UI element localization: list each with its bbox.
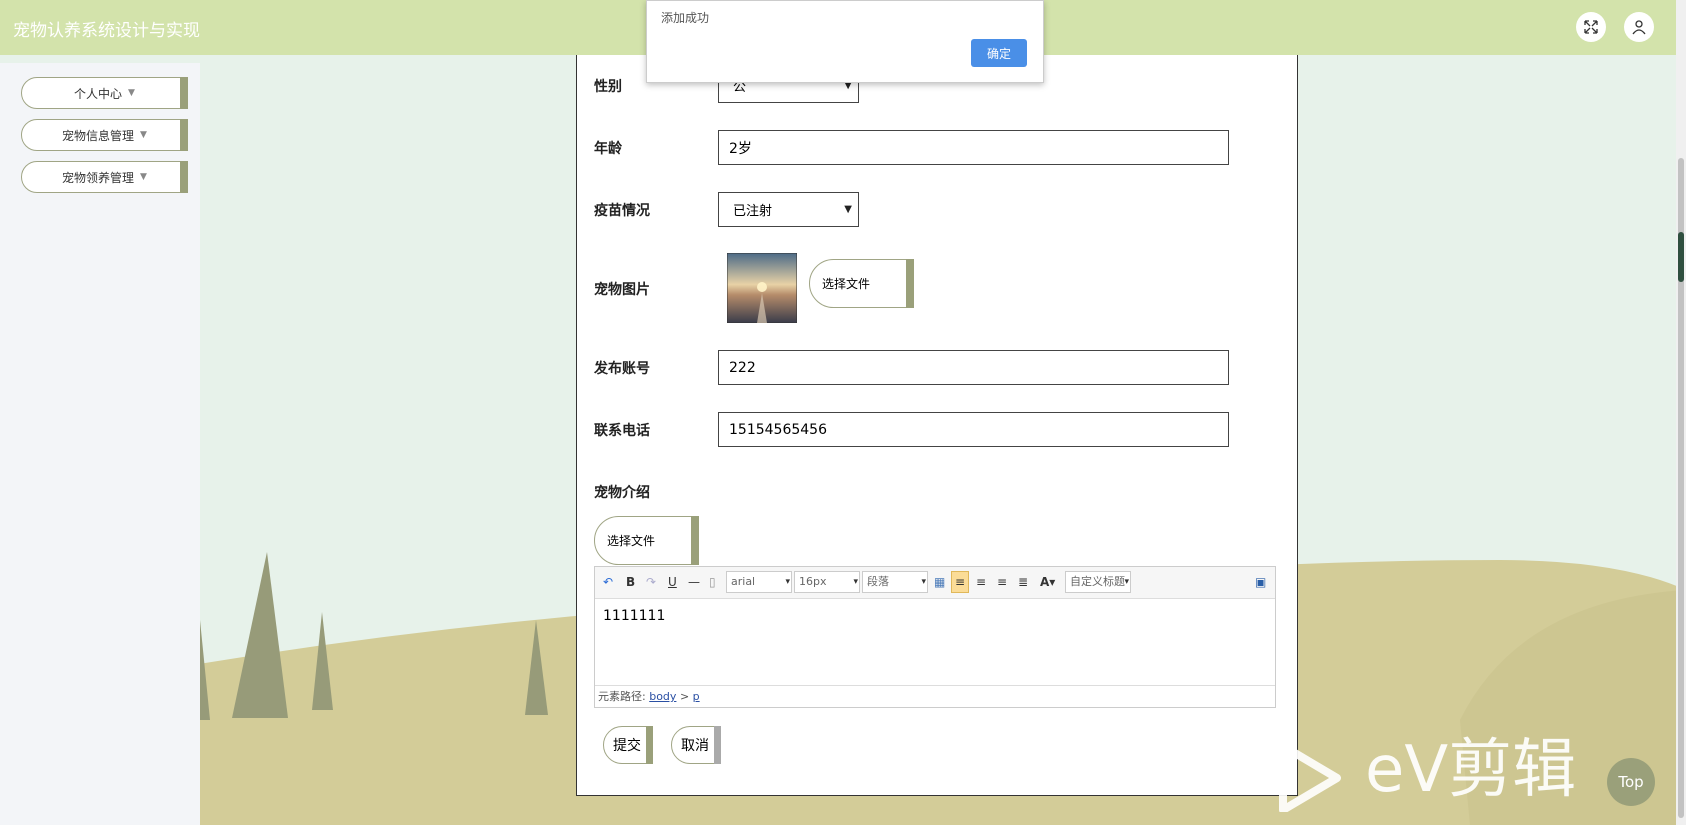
submit-button[interactable]: 提交 [603, 726, 653, 764]
vaccine-label: 疫苗情况 [594, 203, 650, 219]
font-family-select[interactable]: arial [726, 571, 792, 593]
phone-label: 联系电话 [594, 423, 650, 439]
editor-toolbar: ↶ B ↷ U — ▯ arial 16px 段落 ▦ ≡ ≡ ≡ ≣ A▾ 自… [595, 567, 1275, 599]
pet-image-label: 宠物图片 [594, 282, 650, 298]
app-title: 宠物认养系统设计与实现 [13, 21, 200, 41]
element-path-bar: 元素路径: body > p [595, 685, 1275, 707]
redo-icon[interactable]: ↷ [646, 575, 656, 589]
ev-watermark: eV剪辑 [1275, 738, 1605, 818]
scrollbar-marker [1678, 232, 1684, 282]
pet-form: 性别 公 ▼ 年龄 2岁 疫苗情况 已注射 ▼ 宠物图片 选择文件 发布账号 2… [576, 50, 1298, 796]
chevron-down-icon: ▼ [140, 172, 147, 182]
underline-icon[interactable]: U [668, 575, 677, 589]
sidebar: 个人中心 ▼ 宠物信息管理 ▼ 宠物领养管理 ▼ [0, 63, 200, 825]
intro-label: 宠物介绍 [594, 485, 650, 501]
age-label: 年龄 [594, 141, 622, 157]
rich-text-editor: ↶ B ↷ U — ▯ arial 16px 段落 ▦ ≡ ≡ ≡ ≣ A▾ 自… [594, 566, 1276, 708]
chevron-down-icon: ▼ [128, 88, 135, 98]
age-input[interactable]: 2岁 [718, 130, 1229, 165]
fullscreen-editor-icon[interactable]: ▣ [1255, 575, 1266, 589]
pet-image-thumbnail [727, 253, 797, 323]
intro-choose-file-button[interactable]: 选择文件 [594, 516, 699, 565]
editor-content[interactable]: 1111111 [595, 599, 1275, 687]
alert-ok-button[interactable]: 确定 [971, 39, 1027, 67]
account-label: 发布账号 [594, 361, 650, 377]
custom-title-select[interactable]: 自定义标题 [1065, 571, 1131, 593]
user-icon[interactable] [1624, 12, 1654, 42]
paste-icon[interactable]: ▯ [709, 575, 716, 589]
chevron-down-icon: ▼ [140, 130, 147, 140]
align-justify-icon[interactable]: ≣ [1018, 575, 1028, 589]
path-p-link[interactable]: p [693, 690, 700, 703]
phone-input[interactable]: 15154565456 [718, 412, 1229, 447]
undo-icon[interactable]: ↶ [603, 575, 613, 589]
sidebar-item-label: 宠物领养管理 [62, 170, 135, 185]
paragraph-select[interactable]: 段落 [862, 571, 928, 593]
sidebar-item-pet-info[interactable]: 宠物信息管理 ▼ [21, 119, 188, 151]
path-separator: > [679, 690, 690, 703]
horizontal-rule-icon[interactable]: — [688, 575, 700, 589]
vaccine-select[interactable]: 已注射 ▼ [718, 192, 859, 227]
sidebar-item-label: 个人中心 [74, 86, 123, 101]
cancel-button[interactable]: 取消 [671, 726, 721, 764]
sidebar-item-label: 宠物信息管理 [62, 128, 135, 143]
font-size-select[interactable]: 16px [794, 571, 860, 593]
chevron-down-icon: ▼ [844, 204, 852, 215]
element-path-label: 元素路径: [598, 690, 646, 703]
table-icon[interactable]: ▦ [934, 575, 945, 589]
back-to-top-button[interactable]: Top [1607, 758, 1655, 806]
pet-image-choose-file-button[interactable]: 选择文件 [809, 259, 914, 308]
bold-icon[interactable]: B [626, 575, 635, 589]
align-right-icon[interactable]: ≡ [976, 575, 986, 589]
alert-message: 添加成功 [661, 11, 710, 25]
vaccine-value: 已注射 [733, 204, 773, 219]
fullscreen-icon[interactable] [1576, 12, 1606, 42]
align-center-icon[interactable]: ≡ [997, 575, 1007, 589]
alert-dialog: 添加成功 确定 [646, 0, 1044, 83]
play-logo-icon [1279, 742, 1341, 812]
path-body-link[interactable]: body [649, 690, 676, 703]
watermark-text: eV剪辑 [1365, 733, 1577, 807]
account-input[interactable]: 222 [718, 350, 1229, 385]
sidebar-item-pet-adoption[interactable]: 宠物领养管理 ▼ [21, 161, 188, 193]
font-color-icon[interactable]: A▾ [1040, 575, 1055, 589]
sidebar-item-personal-center[interactable]: 个人中心 ▼ [21, 77, 188, 109]
align-left-icon[interactable]: ≡ [951, 571, 969, 593]
gender-label: 性别 [594, 79, 622, 95]
